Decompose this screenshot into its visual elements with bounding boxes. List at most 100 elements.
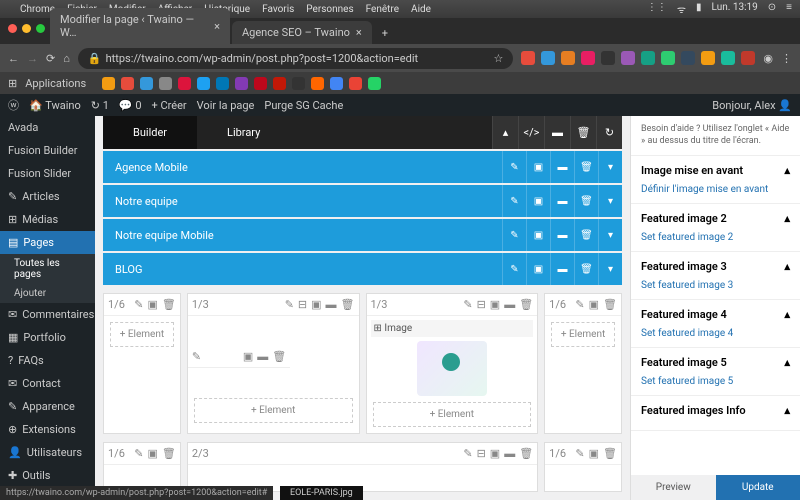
sidebar-item[interactable]: Fusion Builder	[0, 139, 95, 162]
trash-icon[interactable]: 🗑	[162, 447, 176, 460]
view-page-link[interactable]: Voir la page	[197, 99, 255, 112]
reload-button[interactable]: ⟳	[46, 52, 55, 65]
clone-icon[interactable]: ▣	[490, 447, 500, 460]
ext-icon[interactable]	[521, 51, 535, 65]
ext-icon[interactable]	[721, 51, 735, 65]
bookmark-icon[interactable]	[311, 77, 324, 90]
sidebar-item[interactable]: Fusion Slider	[0, 162, 95, 185]
collapse-icon[interactable]: ▴	[492, 116, 518, 149]
trash-icon[interactable]: 🗑	[570, 116, 596, 149]
maximize-window-icon[interactable]	[36, 24, 45, 33]
ext-icon[interactable]	[561, 51, 575, 65]
star-icon[interactable]: ☆	[494, 52, 504, 65]
bookmarks-label[interactable]: Applications	[25, 77, 86, 90]
chevron-up-icon[interactable]: ▴	[784, 404, 790, 417]
column[interactable]: 1/3✎⊟▣▬🗑 ✎▣▬🗑 + Element	[187, 293, 360, 434]
column[interactable]: 1/3✎⊟▣▬🗑 ⊞ Image + Element	[366, 293, 539, 434]
address-bar[interactable]: 🔒 https://twaino.com/wp-admin/post.php?p…	[78, 48, 514, 69]
clone-icon[interactable]: ▣	[526, 253, 550, 285]
site-link[interactable]: 🏠 Twaino	[29, 99, 81, 112]
set-image-link[interactable]: Set featured image 5	[641, 376, 733, 387]
chevron-up-icon[interactable]: ▴	[784, 164, 790, 177]
edit-icon[interactable]: ✎	[575, 298, 584, 311]
bookmark-icon[interactable]	[121, 77, 134, 90]
chevron-up-icon[interactable]: ▴	[784, 212, 790, 225]
trash-icon[interactable]: 🗑	[574, 253, 598, 285]
purge-cache-link[interactable]: Purge SG Cache	[264, 99, 343, 112]
trash-icon[interactable]: 🗑	[519, 298, 533, 311]
image-element[interactable]: ⊞ Image	[371, 320, 534, 337]
wifi-icon[interactable]: ⋮⋮	[647, 2, 667, 16]
save-icon[interactable]: ▬	[257, 350, 268, 363]
ext-icon[interactable]	[621, 51, 635, 65]
box-title[interactable]: Featured image 4▴	[641, 308, 790, 321]
close-tab-icon[interactable]: ×	[214, 20, 220, 33]
save-icon[interactable]: ▬	[326, 298, 337, 311]
bookmark-icon[interactable]	[368, 77, 381, 90]
wifi-icon[interactable]: ᯤ	[677, 2, 686, 16]
builder-row[interactable]: Agence Mobile✎▣▬🗑▾	[103, 151, 622, 183]
clone-icon[interactable]: ▣	[526, 151, 550, 183]
ext-icon[interactable]	[581, 51, 595, 65]
clone-icon[interactable]: ▣	[311, 298, 321, 311]
sidebar-item[interactable]: ⊞Médias	[0, 208, 95, 231]
edit-icon[interactable]: ✎	[134, 298, 143, 311]
ext-icon[interactable]	[601, 51, 615, 65]
sidebar-item[interactable]: ✎Articles	[0, 185, 95, 208]
column[interactable]: 1/6✎▣🗑 + Element	[103, 293, 181, 434]
box-title[interactable]: Featured images Info▴	[641, 404, 790, 417]
set-image-link[interactable]: Set featured image 4	[641, 328, 733, 339]
builder-row[interactable]: Notre equipe Mobile✎▣▬🗑▾	[103, 219, 622, 251]
trash-icon[interactable]: 🗑	[574, 151, 598, 183]
sidebar-item[interactable]: Toutes les pages	[0, 254, 95, 284]
clock[interactable]: Lun. 13:19	[712, 2, 758, 16]
set-image-link[interactable]: Définir l'image mise en avant	[641, 184, 768, 195]
column[interactable]: 1/6✎▣🗑 + Element	[544, 293, 622, 434]
add-element-button[interactable]: + Element	[373, 402, 532, 427]
trash-icon[interactable]: 🗑	[162, 298, 176, 311]
comments-link[interactable]: 💬 0	[119, 99, 142, 112]
edit-icon[interactable]: ✎	[463, 447, 472, 460]
resize-icon[interactable]: ⊟	[477, 447, 486, 460]
box-title[interactable]: Featured image 2▴	[641, 212, 790, 225]
trash-icon[interactable]: 🗑	[341, 298, 355, 311]
clone-icon[interactable]: ▣	[147, 447, 157, 460]
minimize-window-icon[interactable]	[22, 24, 31, 33]
new-link[interactable]: + Créer	[152, 99, 187, 112]
tab-library[interactable]: Library	[197, 116, 290, 149]
ext-icon[interactable]	[681, 51, 695, 65]
edit-icon[interactable]: ✎	[502, 151, 526, 183]
update-button[interactable]: Update	[716, 475, 800, 500]
edit-icon[interactable]: ✎	[502, 219, 526, 251]
box-title[interactable]: Featured image 5▴	[641, 356, 790, 369]
edit-icon[interactable]: ✎	[285, 298, 294, 311]
chevron-up-icon[interactable]: ▴	[784, 356, 790, 369]
set-image-link[interactable]: Set featured image 2	[641, 232, 733, 243]
preview-button[interactable]: Preview	[631, 475, 716, 500]
chevron-up-icon[interactable]: ▴	[784, 308, 790, 321]
edit-icon[interactable]: ✎	[463, 298, 472, 311]
sidebar-item[interactable]: ⊕Extensions	[0, 418, 95, 441]
sidebar-item[interactable]: ✚Outils	[0, 464, 95, 487]
resize-icon[interactable]: ⊟	[298, 298, 307, 311]
browser-tab[interactable]: Agence SEO – Twaino×	[232, 21, 372, 44]
sidebar-item[interactable]: ▦Portfolio	[0, 326, 95, 349]
trash-icon[interactable]: 🗑	[603, 447, 617, 460]
trash-icon[interactable]: 🗑	[603, 298, 617, 311]
clone-icon[interactable]: ▣	[589, 298, 599, 311]
search-icon[interactable]: ⊙	[768, 2, 776, 16]
toggle-icon[interactable]: ▾	[598, 185, 622, 217]
save-icon[interactable]: ▬	[550, 151, 574, 183]
bookmark-icon[interactable]	[273, 77, 286, 90]
sidebar-item[interactable]: ✉Contact	[0, 372, 95, 395]
clone-icon[interactable]: ▣	[243, 350, 253, 363]
edit-icon[interactable]: ✎	[192, 350, 201, 363]
save-icon[interactable]: ▬	[550, 219, 574, 251]
history-icon[interactable]: ↻	[596, 116, 622, 149]
tab-builder[interactable]: Builder	[103, 116, 197, 149]
close-window-icon[interactable]	[8, 24, 17, 33]
menu-item[interactable]: Fenêtre	[366, 4, 399, 15]
greeting[interactable]: Bonjour, Alex 👤	[712, 99, 792, 112]
bookmark-icon[interactable]	[178, 77, 191, 90]
toggle-icon[interactable]: ▾	[598, 151, 622, 183]
